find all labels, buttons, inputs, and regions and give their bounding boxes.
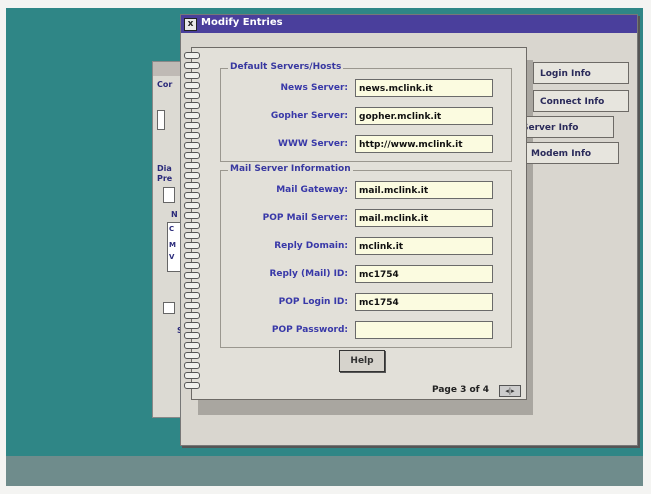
spiral-ring bbox=[184, 242, 200, 249]
bg-fragment-pre: Pre bbox=[157, 174, 173, 183]
spiral-binding bbox=[184, 52, 202, 394]
spiral-ring bbox=[184, 302, 200, 309]
spiral-ring bbox=[184, 52, 200, 59]
window-title: Modify Entries bbox=[201, 17, 283, 28]
spiral-ring bbox=[184, 142, 200, 149]
page-indicator: Page 3 of 4 bbox=[432, 385, 489, 395]
pop-password-label: POP Password: bbox=[271, 325, 348, 335]
spiral-ring bbox=[184, 252, 200, 259]
spiral-ring bbox=[184, 112, 200, 119]
spiral-ring bbox=[184, 162, 200, 169]
spiral-ring bbox=[184, 312, 200, 319]
gopher-server-label: Gopher Server: bbox=[270, 111, 348, 121]
bg-fragment-cor: Cor bbox=[157, 80, 173, 89]
pop-mail-server-label: POP Mail Server: bbox=[262, 213, 348, 223]
reply-domain-label: Reply Domain: bbox=[274, 241, 348, 251]
spiral-ring bbox=[184, 372, 200, 379]
www-server-field[interactable]: http://www.mclink.it bbox=[355, 135, 493, 153]
reply-domain-field[interactable]: mclink.it bbox=[355, 237, 493, 255]
bg-checkbox[interactable] bbox=[163, 187, 175, 203]
page-arrows-icon[interactable]: ◂|▸ bbox=[499, 385, 521, 397]
spiral-ring bbox=[184, 152, 200, 159]
spiral-ring bbox=[184, 282, 200, 289]
default-servers-label: Default Servers/Hosts bbox=[228, 62, 344, 72]
bg-fragment-dia: Dia bbox=[157, 164, 172, 173]
bg-checkbox-2[interactable] bbox=[163, 302, 175, 314]
bg-list[interactable]: C M V bbox=[167, 222, 181, 272]
spiral-ring bbox=[184, 192, 200, 199]
spiral-ring bbox=[184, 292, 200, 299]
reply-mail-id-label: Reply (Mail) ID: bbox=[269, 269, 348, 279]
spiral-ring bbox=[184, 382, 200, 389]
spiral-ring bbox=[184, 122, 200, 129]
mail-gateway-label: Mail Gateway: bbox=[276, 185, 348, 195]
tab-modem-info[interactable]: Modem Info bbox=[524, 142, 619, 164]
spiral-ring bbox=[184, 232, 200, 239]
pop-login-id-label: POP Login ID: bbox=[278, 297, 348, 307]
spiral-ring bbox=[184, 72, 200, 79]
pop-mail-server-field[interactable]: mail.mclink.it bbox=[355, 209, 493, 227]
spiral-ring bbox=[184, 322, 200, 329]
bg-box bbox=[157, 110, 165, 130]
spiral-ring bbox=[184, 362, 200, 369]
desktop-bottom-strip bbox=[6, 456, 643, 486]
pop-login-id-field[interactable]: mc1754 bbox=[355, 293, 493, 311]
spiral-ring bbox=[184, 62, 200, 69]
www-server-label: WWW Server: bbox=[278, 139, 348, 149]
notebook-page: Default Servers/Hosts News Server: news.… bbox=[191, 47, 527, 400]
help-button[interactable]: Help bbox=[339, 350, 385, 372]
tab-server-info[interactable]: Server Info bbox=[516, 116, 614, 138]
spiral-ring bbox=[184, 332, 200, 339]
titlebar[interactable]: x Modify Entries bbox=[181, 15, 637, 33]
gopher-server-field[interactable]: gopher.mclink.it bbox=[355, 107, 493, 125]
spiral-ring bbox=[184, 132, 200, 139]
tab-login-info[interactable]: Login Info bbox=[533, 62, 629, 84]
spiral-ring bbox=[184, 342, 200, 349]
spiral-ring bbox=[184, 82, 200, 89]
bg-fragment-n: N bbox=[171, 210, 178, 219]
news-server-field[interactable]: news.mclink.it bbox=[355, 79, 493, 97]
pop-password-field[interactable] bbox=[355, 321, 493, 339]
spiral-ring bbox=[184, 182, 200, 189]
reply-mail-id-field[interactable]: mc1754 bbox=[355, 265, 493, 283]
spiral-ring bbox=[184, 222, 200, 229]
spiral-ring bbox=[184, 212, 200, 219]
spiral-ring bbox=[184, 102, 200, 109]
spiral-ring bbox=[184, 172, 200, 179]
spiral-ring bbox=[184, 262, 200, 269]
mail-server-label: Mail Server Information bbox=[228, 164, 353, 174]
spiral-ring bbox=[184, 272, 200, 279]
mail-gateway-field[interactable]: mail.mclink.it bbox=[355, 181, 493, 199]
news-server-label: News Server: bbox=[280, 83, 348, 93]
spiral-ring bbox=[184, 202, 200, 209]
system-menu-icon[interactable]: x bbox=[184, 18, 197, 31]
tab-connect-info[interactable]: Connect Info bbox=[533, 90, 629, 112]
spiral-ring bbox=[184, 92, 200, 99]
spiral-ring bbox=[184, 352, 200, 359]
